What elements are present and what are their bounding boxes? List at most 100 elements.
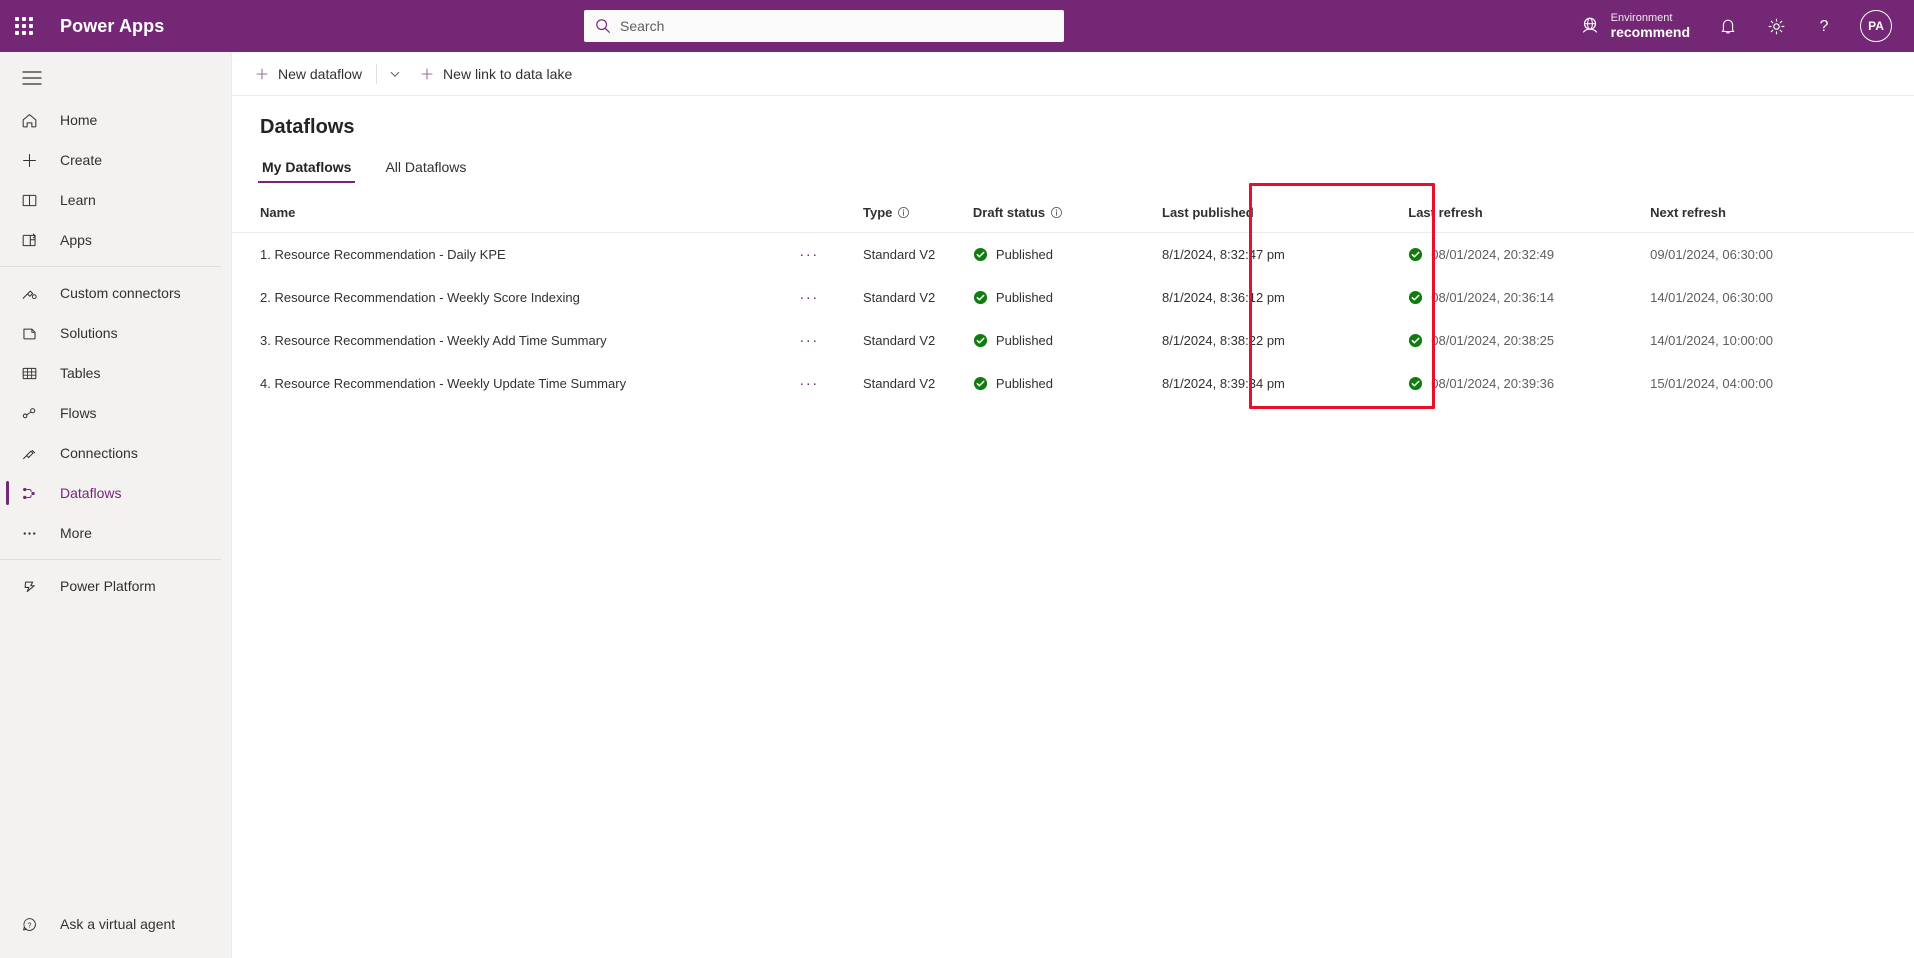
column-header-draft-status[interactable]: Draft status (972, 195, 1162, 233)
tab-all-dataflows[interactable]: All Dataflows (381, 153, 470, 183)
environment-selector[interactable]: Environment recommend (1565, 0, 1704, 52)
sidebar-collapse-button[interactable] (0, 56, 231, 100)
row-overflow-menu-button[interactable]: ··· (799, 246, 819, 263)
sidebar-item-tables[interactable]: Tables (0, 353, 231, 393)
sidebar-item-label: Create (60, 152, 103, 168)
gear-icon (1768, 18, 1784, 34)
sidebar-item-home[interactable]: Home (0, 100, 231, 140)
sidebar-item-connections[interactable]: Connections (0, 433, 231, 473)
status-badge: Published (973, 376, 1162, 391)
flows-icon (20, 403, 50, 423)
dataflow-type: Standard V2 (863, 376, 936, 391)
sidebar-divider (0, 266, 221, 267)
help-button[interactable]: ? (1800, 0, 1848, 52)
power-platform-icon (20, 576, 50, 596)
sidebar-footer: ? Ask a virtual agent (0, 904, 231, 958)
last-refresh-value: 08/01/2024, 20:39:36 (1431, 376, 1555, 391)
dataflow-name[interactable]: 2. Resource Recommendation - Weekly Scor… (260, 290, 580, 305)
svg-text:?: ? (1820, 18, 1829, 35)
dataflow-name[interactable]: 3. Resource Recommendation - Weekly Add … (260, 333, 607, 348)
sidebar-item-solutions[interactable]: Solutions (0, 313, 231, 353)
table-row[interactable]: 1. Resource Recommendation - Daily KPE ·… (232, 233, 1914, 277)
dataflow-name[interactable]: 1. Resource Recommendation - Daily KPE (260, 247, 506, 262)
draft-status-label: Published (995, 290, 1054, 305)
column-header-label: Next refresh (1650, 205, 1726, 220)
global-search[interactable] (584, 10, 1064, 42)
status-badge: Published (973, 247, 1162, 262)
column-header-type[interactable]: Type (863, 195, 973, 233)
dataflow-name[interactable]: 4. Resource Recommendation - Weekly Upda… (260, 376, 626, 391)
sidebar-item-label: Home (60, 112, 98, 128)
column-header-next-refresh[interactable]: Next refresh (1650, 195, 1914, 233)
sidebar-item-label: Connections (60, 445, 138, 461)
notifications-button[interactable] (1704, 0, 1752, 52)
sidebar-item-apps[interactable]: Apps (0, 220, 231, 260)
page-title: Dataflows (260, 116, 355, 138)
row-overflow-menu-button[interactable]: ··· (799, 375, 819, 392)
column-header-actions (799, 195, 863, 233)
draft-status-label: Published (995, 247, 1054, 262)
table-row[interactable]: 4. Resource Recommendation - Weekly Upda… (232, 362, 1914, 405)
book-icon (20, 190, 50, 210)
account-button[interactable]: PA (1848, 0, 1904, 52)
sidebar-item-more[interactable]: More (0, 513, 231, 553)
draft-status-label: Published (995, 333, 1054, 348)
refresh-success-check-icon (1409, 290, 1423, 305)
table-icon (20, 363, 50, 383)
environment-globe-icon (1582, 17, 1597, 33)
sidebar: Home Create Learn Apps Custom connectors… (0, 52, 232, 958)
plus-icon (20, 150, 50, 170)
app-launcher-button[interactable] (0, 0, 48, 52)
settings-button[interactable] (1752, 0, 1800, 52)
hamburger-icon (22, 71, 42, 85)
svg-text:?: ? (28, 921, 32, 929)
new-dataflow-dropdown-button[interactable] (381, 58, 409, 90)
next-refresh-value: 14/01/2024, 10:00:00 (1650, 333, 1773, 348)
sidebar-item-label: Apps (60, 232, 92, 248)
new-dataflow-button[interactable]: New dataflow (244, 58, 372, 90)
sidebar-item-power-platform[interactable]: Power Platform (0, 566, 231, 606)
dataflows-table: Name Type Draft status Last published La… (232, 195, 1914, 405)
table-row[interactable]: 2. Resource Recommendation - Weekly Scor… (232, 276, 1914, 319)
column-header-label: Last published (1162, 205, 1254, 220)
sidebar-item-label: Solutions (60, 325, 118, 341)
column-header-label: Type (863, 205, 893, 220)
column-header-label: Draft status (972, 205, 1046, 220)
published-check-icon (973, 333, 987, 348)
sidebar-item-dataflows[interactable]: Dataflows (0, 473, 231, 513)
brand-title[interactable]: Power Apps (60, 16, 164, 37)
last-refresh-value: 08/01/2024, 20:32:49 (1431, 247, 1555, 262)
sidebar-item-label: Dataflows (60, 485, 122, 501)
last-refresh-cell: 08/01/2024, 20:39:36 (1408, 376, 1650, 391)
tab-my-dataflows[interactable]: My Dataflows (258, 153, 356, 183)
dataflow-type: Standard V2 (863, 247, 936, 262)
column-header-name[interactable]: Name (232, 195, 800, 233)
last-refresh-cell: 08/01/2024, 20:36:14 (1408, 290, 1650, 305)
new-link-to-data-lake-button[interactable]: New link to data lake (409, 58, 582, 90)
table-body: 1. Resource Recommendation - Daily KPE ·… (232, 233, 1914, 406)
sidebar-item-flows[interactable]: Flows (0, 393, 231, 433)
last-refresh-cell: 08/01/2024, 20:38:25 (1408, 333, 1650, 348)
sidebar-item-create[interactable]: Create (0, 140, 231, 180)
column-header-last-refresh[interactable]: Last refresh (1408, 195, 1651, 233)
sidebar-item-custom-connectors[interactable]: Custom connectors (0, 273, 231, 313)
info-icon[interactable] (1050, 206, 1063, 219)
question-mark-icon: ? (1820, 18, 1829, 35)
new-dataflow-label: New dataflow (278, 65, 363, 82)
custom-connector-icon (20, 283, 50, 303)
apps-icon (20, 230, 50, 250)
table-row[interactable]: 3. Resource Recommendation - Weekly Add … (232, 319, 1914, 362)
solutions-icon (20, 323, 50, 343)
row-overflow-menu-button[interactable]: ··· (799, 332, 819, 349)
column-header-last-published[interactable]: Last published (1162, 195, 1409, 233)
search-input[interactable] (620, 18, 1054, 34)
dataflow-tabs: My Dataflows All Dataflows (232, 139, 1914, 183)
sidebar-item-label: Learn (60, 192, 96, 208)
ask-virtual-agent-button[interactable]: ? Ask a virtual agent (0, 904, 231, 944)
sidebar-item-label: Flows (60, 405, 97, 421)
status-badge: Published (973, 333, 1162, 348)
row-overflow-menu-button[interactable]: ··· (799, 289, 819, 306)
sidebar-item-learn[interactable]: Learn (0, 180, 231, 220)
home-icon (20, 110, 50, 130)
info-icon[interactable] (897, 206, 910, 219)
